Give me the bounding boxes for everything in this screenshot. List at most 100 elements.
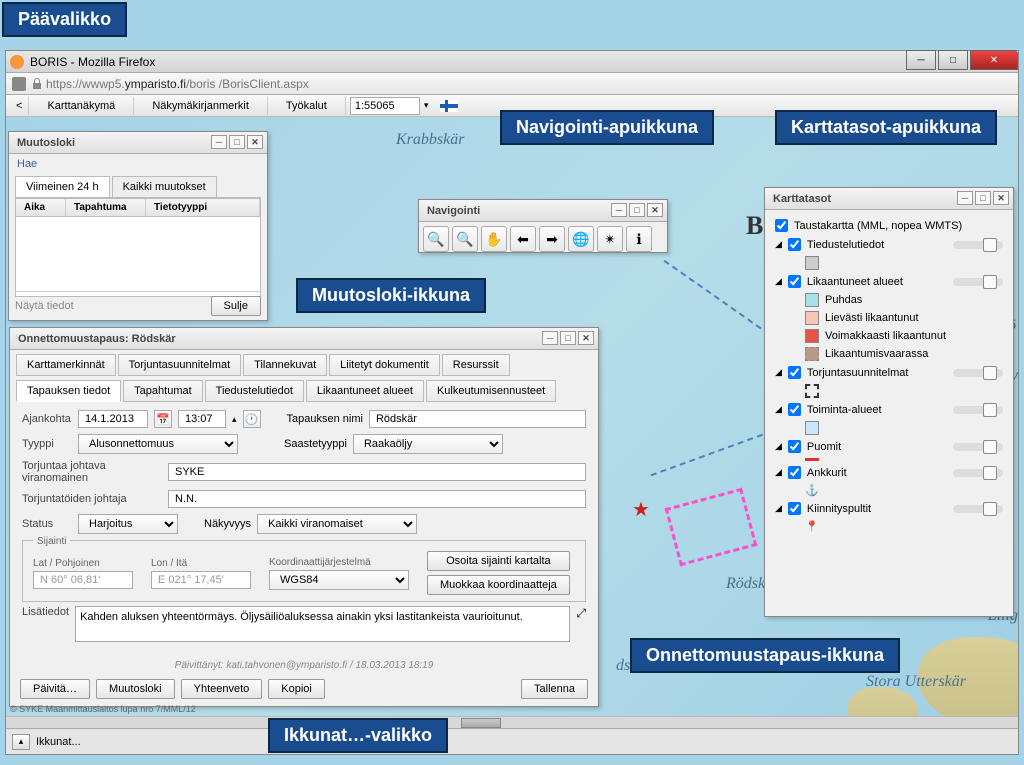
zoom-out-icon[interactable]: 🔍 [452, 226, 478, 252]
time-stepper-icon[interactable]: ▴ [232, 414, 237, 425]
layer-checkbox[interactable] [788, 466, 801, 479]
nakyvyys-select[interactable]: Kaikki viranomaiset [257, 514, 417, 534]
zoom-in-icon[interactable]: 🔍 [423, 226, 449, 252]
panel-close-icon[interactable]: ✕ [993, 191, 1009, 205]
osoita-sijainti-button[interactable]: Osoita sijainti kartalta [427, 551, 570, 571]
layer-checkbox[interactable] [788, 238, 801, 251]
expand-icon[interactable]: ◢ [775, 404, 782, 415]
column-aika[interactable]: Aika [16, 199, 66, 216]
torjuntaa-input[interactable] [168, 463, 586, 481]
close-button[interactable]: ✕ [970, 50, 1018, 70]
layer-taustakartta[interactable]: Taustakartta (MML, nopea WMTS) [775, 216, 1003, 235]
layer-toiminta-alueet[interactable]: ◢ Toiminta-alueet [775, 400, 1003, 419]
opacity-slider[interactable] [953, 443, 1003, 451]
tab-torjuntasuunnitelmat[interactable]: Torjuntasuunnitelmat [118, 354, 242, 376]
menu-tyokalut[interactable]: Työkalut [268, 97, 346, 115]
tab-kulkeutumisennusteet[interactable]: Kulkeutumisennusteet [426, 380, 556, 402]
statusbar-up-icon[interactable]: ▴ [12, 734, 30, 750]
layer-likaantuneet[interactable]: ◢ Likaantuneet alueet [775, 272, 1003, 291]
panel-minimize-icon[interactable]: ─ [211, 135, 227, 149]
layer-checkbox[interactable] [788, 440, 801, 453]
tapauksen-nimi-input[interactable] [369, 410, 586, 428]
kopioi-button[interactable]: Kopioi [268, 679, 325, 699]
expand-icon[interactable]: ◢ [775, 503, 782, 514]
sulje-button[interactable]: Sulje [211, 296, 261, 316]
tab-tapahtumat[interactable]: Tapahtumat [123, 380, 202, 402]
koordinaatti-select[interactable]: WGS84 [269, 570, 409, 590]
flag-finland-icon[interactable] [440, 100, 458, 112]
panel-maximize-icon[interactable]: □ [975, 191, 991, 205]
tallenna-button[interactable]: Tallenna [521, 679, 588, 699]
layer-checkbox[interactable] [788, 275, 801, 288]
panel-maximize-icon[interactable]: □ [229, 135, 245, 149]
menu-karttanakyma[interactable]: Karttanäkymä [29, 97, 134, 115]
torjuntajohtaja-input[interactable] [168, 490, 586, 508]
maximize-button[interactable]: □ [938, 50, 968, 70]
panel-minimize-icon[interactable]: ─ [611, 203, 627, 217]
panel-maximize-icon[interactable]: □ [560, 331, 576, 345]
globe-icon[interactable]: 🌐 [568, 226, 594, 252]
incident-star-icon[interactable]: ★ [632, 497, 650, 522]
expand-icon[interactable]: ◢ [775, 441, 782, 452]
horizontal-scrollbar[interactable] [6, 716, 1018, 728]
tab-tilannekuvat[interactable]: Tilannekuvat [243, 354, 327, 376]
lon-input[interactable] [151, 571, 251, 589]
tab-tiedustelutiedot[interactable]: Tiedustelutiedot [205, 380, 304, 402]
layer-checkbox[interactable] [775, 219, 788, 232]
layer-checkbox[interactable] [788, 403, 801, 416]
column-tietotyyppi[interactable]: Tietotyyppi [146, 199, 260, 216]
scale-dropdown-icon[interactable]: ▾ [420, 100, 433, 111]
opacity-slider[interactable] [953, 278, 1003, 286]
opacity-slider[interactable] [953, 369, 1003, 377]
tab-kaikki-muutokset[interactable]: Kaikki muutokset [112, 176, 217, 197]
date-input[interactable] [78, 410, 148, 428]
expand-textarea-icon[interactable]: ⤢ [576, 606, 586, 621]
opacity-slider[interactable] [953, 469, 1003, 477]
compass-icon[interactable]: ✴ [597, 226, 623, 252]
layer-ankkurit[interactable]: ◢ Ankkurit [775, 463, 1003, 482]
layer-checkbox[interactable] [788, 366, 801, 379]
panel-close-icon[interactable]: ✕ [647, 203, 663, 217]
menu-back[interactable]: < [10, 97, 29, 115]
layer-kiinnityspultit[interactable]: ◢ Kiinnityspultit [775, 499, 1003, 518]
tab-tapauksen-tiedot[interactable]: Tapauksen tiedot [16, 380, 121, 402]
column-tapahtuma[interactable]: Tapahtuma [66, 199, 146, 216]
panel-close-icon[interactable]: ✕ [247, 135, 263, 149]
layer-tiedustelutiedot[interactable]: ◢ Tiedustelutiedot [775, 235, 1003, 254]
expand-icon[interactable]: ◢ [775, 239, 782, 250]
opacity-slider[interactable] [953, 406, 1003, 414]
nav-forward-icon[interactable]: ➡ [539, 226, 565, 252]
map-polygon[interactable] [665, 488, 758, 567]
layer-torjuntasuunnitelmat[interactable]: ◢ Torjuntasuunnitelmat [775, 363, 1003, 382]
scrollbar-thumb[interactable] [461, 718, 501, 728]
expand-icon[interactable]: ◢ [775, 276, 782, 287]
clock-icon[interactable]: 🕐 [243, 410, 261, 428]
status-select[interactable]: Harjoitus [78, 514, 178, 534]
tab-likaantuneet-alueet[interactable]: Likaantuneet alueet [306, 380, 424, 402]
nav-back-icon[interactable]: ⬅ [510, 226, 536, 252]
muutosloki-button[interactable]: Muutosloki [96, 679, 175, 699]
menu-nakymakirjanmerkit[interactable]: Näkymäkirjanmerkit [134, 97, 268, 115]
panel-maximize-icon[interactable]: □ [629, 203, 645, 217]
tab-resurssit[interactable]: Resurssit [442, 354, 510, 376]
layer-checkbox[interactable] [788, 502, 801, 515]
yhteenveto-button[interactable]: Yhteenveto [181, 679, 263, 699]
layer-puomit[interactable]: ◢ Puomit [775, 437, 1003, 456]
hae-link[interactable]: Hae [9, 154, 267, 174]
saastetyyppi-select[interactable]: Raakaöljy [353, 434, 503, 454]
info-icon[interactable]: ℹ [626, 226, 652, 252]
opacity-slider[interactable] [953, 505, 1003, 513]
lat-input[interactable] [33, 571, 133, 589]
ikkunat-menu[interactable]: Ikkunat... [36, 736, 81, 748]
tab-liitetyt-dokumentit[interactable]: Liitetyt dokumentit [329, 354, 440, 376]
muokkaa-koordinaatteja-button[interactable]: Muokkaa koordinaatteja [427, 575, 570, 595]
pan-icon[interactable]: ✋ [481, 226, 507, 252]
tab-viimeinen24h[interactable]: Viimeinen 24 h [15, 176, 110, 197]
expand-icon[interactable]: ◢ [775, 467, 782, 478]
minimize-button[interactable]: ─ [906, 50, 936, 70]
opacity-slider[interactable] [953, 241, 1003, 249]
panel-minimize-icon[interactable]: ─ [542, 331, 558, 345]
lisatiedot-textarea[interactable] [75, 606, 570, 642]
panel-minimize-icon[interactable]: ─ [957, 191, 973, 205]
tyyppi-select[interactable]: Alusonnettomuus [78, 434, 238, 454]
